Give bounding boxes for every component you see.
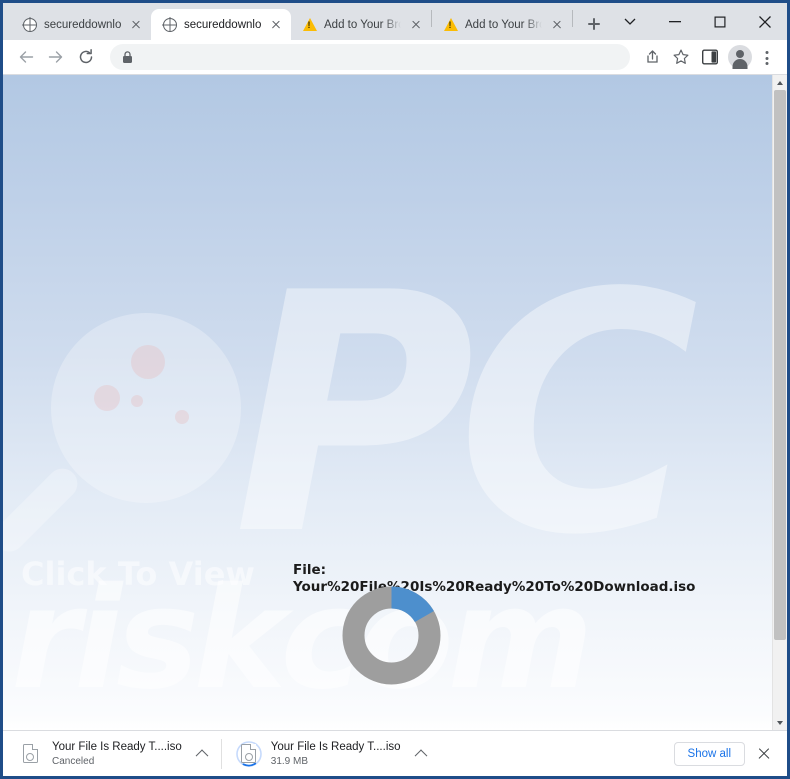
toolbar-actions (638, 43, 778, 71)
download-item-in-progress[interactable]: Your File Is Ready T....iso 31.9 MB (222, 731, 440, 777)
close-icon[interactable] (751, 741, 777, 767)
tab-close-icon[interactable] (408, 17, 423, 32)
download-status: Canceled (52, 755, 95, 767)
share-icon[interactable] (638, 43, 666, 71)
warning-triangle-icon (443, 17, 458, 32)
download-shelf: Your File Is Ready T....iso Canceled You… (3, 730, 787, 776)
tab-close-icon[interactable] (549, 17, 564, 32)
file-icon-downloading (235, 740, 262, 767)
tab-title: secureddownload (184, 18, 261, 31)
forward-arrow-icon[interactable] (42, 43, 70, 71)
minimize-icon[interactable] (652, 3, 697, 40)
tab-add-to-your-browser-2[interactable]: Add to Your Browser (432, 9, 572, 40)
magnifier-handle-icon (3, 462, 84, 558)
warning-triangle-icon (302, 17, 317, 32)
tab-title: secureddownload (44, 18, 121, 31)
file-icon (17, 741, 43, 767)
new-tab-button[interactable] (580, 10, 608, 38)
scroll-down-arrow-icon[interactable] (773, 715, 787, 730)
download-file-name: Your File Is Ready T....iso (52, 740, 182, 753)
download-item-text: Your File Is Ready T....iso 31.9 MB (271, 741, 401, 767)
lock-icon (122, 50, 133, 64)
side-panel-icon[interactable] (696, 43, 724, 71)
download-menu-caret-icon[interactable] (410, 743, 432, 765)
download-item-text: Your File Is Ready T....iso Canceled (52, 741, 182, 767)
scroll-up-arrow-icon[interactable] (773, 75, 787, 90)
show-all-button[interactable]: Show all (673, 741, 745, 766)
browser-toolbar (3, 40, 787, 75)
star-icon[interactable] (667, 43, 695, 71)
tab-strip: secureddownload secureddownload Add to Y… (3, 3, 787, 40)
magnifier-dot-icon (175, 410, 189, 424)
click-to-view-watermark: Click To View (21, 555, 255, 593)
tab-search-chevron-icon[interactable] (607, 3, 652, 40)
address-bar[interactable] (110, 44, 630, 70)
tab-close-icon[interactable] (268, 17, 283, 32)
page-viewport: PC Click To View riskcom File: Your%20Fi… (3, 75, 787, 730)
magnifier-dot-icon (131, 345, 165, 379)
tab-add-to-your-browser-1[interactable]: Add to Your Browser (291, 9, 431, 40)
magnifier-dot-icon (94, 385, 120, 411)
brand-watermark: PC (233, 223, 699, 607)
loading-spinner (342, 586, 441, 685)
download-item-canceled[interactable]: Your File Is Ready T....iso Canceled (3, 731, 221, 777)
window-controls (607, 3, 787, 40)
reload-icon[interactable] (72, 43, 100, 71)
back-arrow-icon[interactable] (12, 43, 40, 71)
tab-divider (572, 9, 573, 27)
page-scrollbar[interactable] (772, 75, 787, 730)
scam-download-page: PC Click To View riskcom File: Your%20Fi… (3, 75, 772, 730)
three-dot-menu-icon[interactable] (756, 43, 778, 71)
globe-icon (162, 17, 177, 32)
tab-secureddownload-1[interactable]: secureddownload (11, 9, 151, 40)
scrollbar-thumb[interactable] (774, 90, 786, 640)
globe-icon (22, 17, 37, 32)
shelf-actions: Show all (673, 741, 781, 767)
profile-avatar-icon[interactable] (728, 45, 752, 69)
tab-secureddownload-2[interactable]: secureddownload (151, 9, 291, 40)
tab-close-icon[interactable] (128, 17, 143, 32)
maximize-icon[interactable] (697, 3, 742, 40)
magnifier-watermark-icon (51, 313, 241, 503)
tab-title: Add to Your Browser (465, 18, 542, 31)
download-size: 31.9 MB (270, 755, 309, 767)
tab-title: Add to Your Browser (324, 18, 401, 31)
download-file-name: Your File Is Ready T....iso (270, 740, 401, 753)
close-icon[interactable] (742, 3, 787, 40)
download-menu-caret-icon[interactable] (191, 743, 213, 765)
browser-window: secureddownload secureddownload Add to Y… (0, 0, 790, 779)
magnifier-dot-icon (131, 395, 143, 407)
